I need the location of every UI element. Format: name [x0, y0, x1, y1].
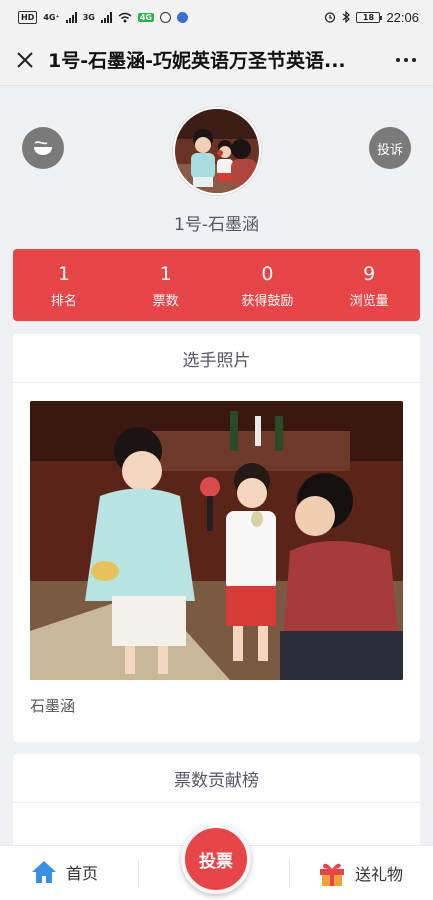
stat-value: 9	[363, 262, 376, 285]
vote-label: 投票	[199, 851, 233, 872]
nav-divider	[289, 860, 290, 888]
battery-icon: 18	[356, 11, 383, 23]
app-notification-icon: 4G	[137, 12, 154, 22]
stat-value: 1	[57, 262, 70, 285]
player-photo[interactable]	[30, 401, 403, 680]
alarm-icon	[325, 12, 336, 23]
nav-home[interactable]: 首页	[30, 858, 98, 886]
home-icon	[32, 861, 56, 883]
bottom-navigation: 首页 投票 送礼物	[0, 824, 433, 900]
player-name: 1号-石墨涵	[174, 215, 259, 235]
stat-votes: 1 票数	[115, 249, 217, 321]
stat-label: 排名	[50, 293, 77, 309]
nav-gift-label: 送礼物	[355, 865, 404, 884]
avatar	[173, 107, 261, 195]
page-title: 1号-石墨涵-巧妮英语万圣节英语...	[48, 50, 346, 72]
stats-bar: 1 排名 1 票数 0 获得鼓励 9 浏览量	[13, 249, 420, 321]
close-icon[interactable]	[12, 47, 38, 73]
home-return-button[interactable]	[22, 127, 64, 169]
clock: 22:06	[386, 9, 419, 25]
signal-icon-2	[100, 11, 112, 23]
stat-label: 浏览量	[349, 293, 389, 309]
app-badge-icon	[176, 11, 188, 23]
status-bar: HD 4G⁺ 3G 4G 18 22:06	[0, 0, 433, 34]
wifi-icon	[118, 12, 132, 22]
title-bar: 1号-石墨涵-巧妮英语万圣节英语...	[0, 34, 433, 86]
stat-label: 获得鼓励	[241, 293, 294, 309]
profile-section: 投诉 1号-石墨涵	[0, 86, 433, 248]
stat-value: 0	[261, 262, 274, 285]
stat-rank: 1 排名	[13, 249, 115, 321]
network-4g-label: 4G⁺	[43, 12, 60, 22]
signal-icon	[65, 11, 77, 23]
vote-button[interactable]: 投票	[181, 824, 251, 894]
nav-home-label: 首页	[66, 864, 99, 883]
nav-send-gift[interactable]: 送礼物	[317, 858, 403, 888]
photo-section-heading: 选手照片	[13, 334, 420, 383]
complaint-button[interactable]: 投诉	[369, 127, 411, 169]
hd-indicator: HD	[18, 10, 38, 24]
contribution-section-heading: 票数贡献榜	[13, 754, 420, 803]
complaint-label: 投诉	[376, 142, 403, 158]
stat-views: 9 浏览量	[318, 249, 420, 321]
bluetooth-icon	[343, 11, 351, 23]
notification-icon	[159, 11, 171, 23]
nav-divider	[138, 860, 139, 888]
photo-caption: 石墨涵	[30, 697, 76, 715]
gift-icon	[320, 863, 344, 886]
bowl-icon	[34, 141, 52, 155]
stat-encouragement: 0 获得鼓励	[217, 249, 319, 321]
stat-label: 票数	[152, 293, 179, 309]
stat-value: 1	[159, 262, 172, 285]
player-photo-card: 选手照片 石墨涵	[13, 334, 420, 742]
more-options-icon[interactable]	[391, 57, 421, 62]
network-3g-label: 3G	[82, 12, 95, 22]
